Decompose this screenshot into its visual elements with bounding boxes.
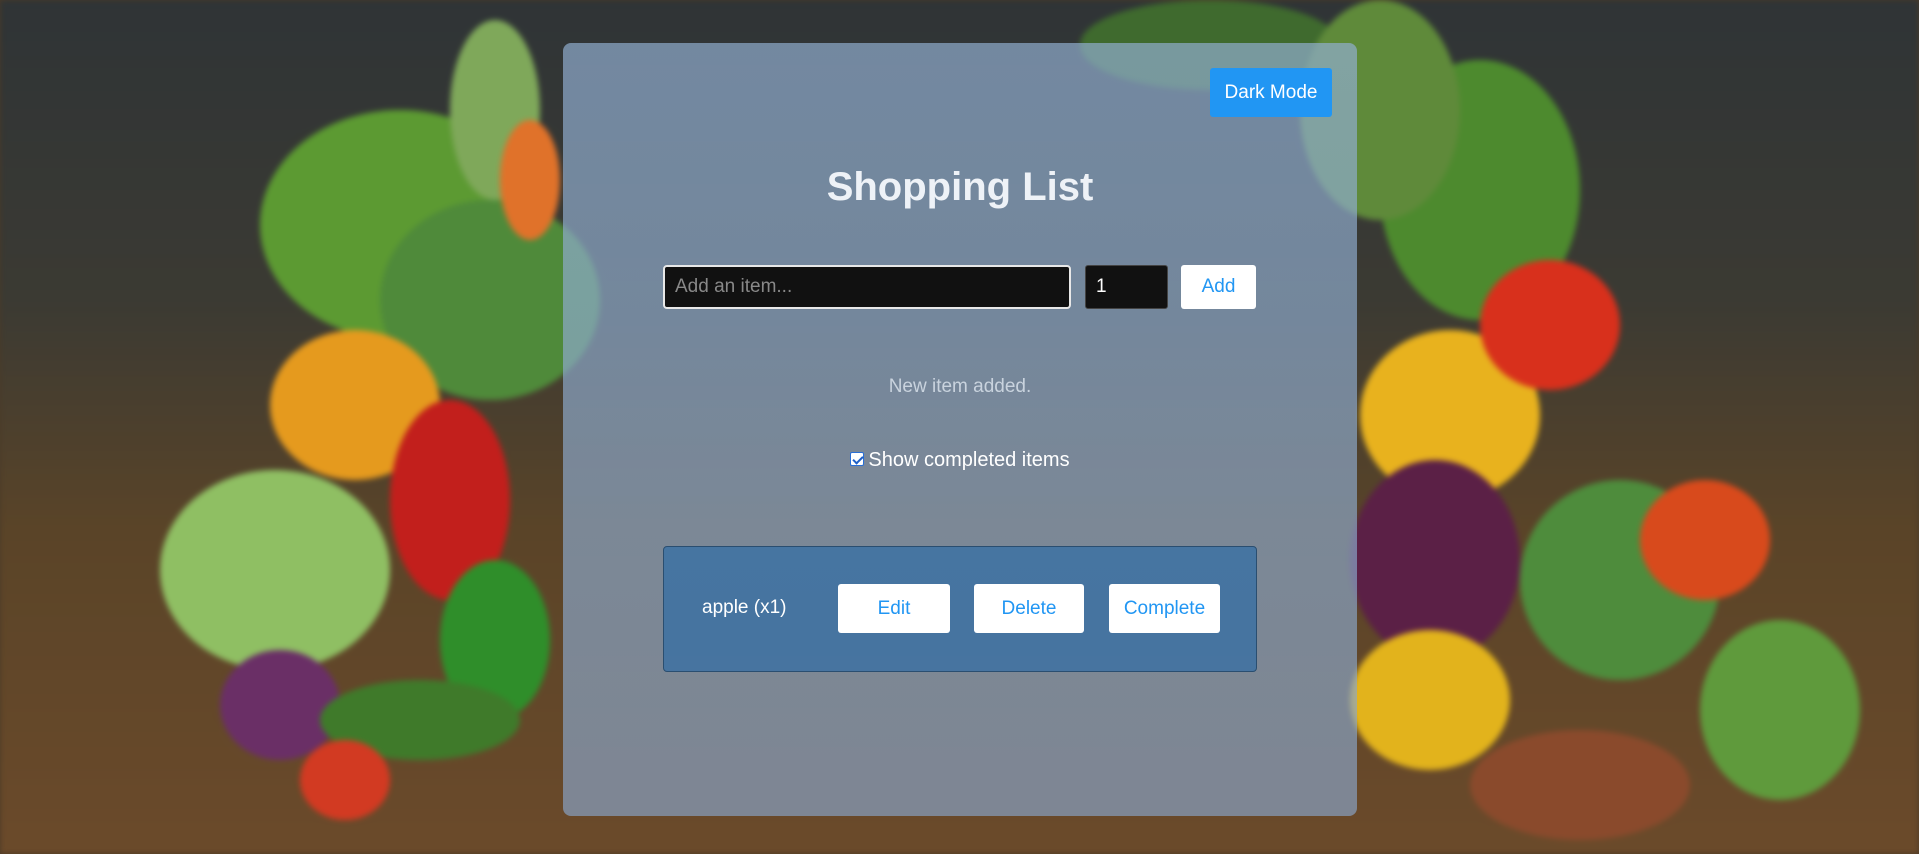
item-input[interactable] [663,265,1071,309]
panel-tint [563,43,1357,816]
quantity-input[interactable] [1085,265,1168,309]
delete-button[interactable]: Delete [974,584,1084,633]
add-button[interactable]: Add [1181,265,1256,309]
status-message: New item added. [888,376,1032,397]
shopping-list: apple (x1) Edit Delete Complete [663,546,1257,672]
edit-button[interactable]: Edit [838,584,950,633]
shopping-list-panel: Dark Mode Shopping List Add New item add… [563,43,1357,816]
list-item-label: apple (x1) [702,597,787,618]
dark-mode-button[interactable]: Dark Mode [1210,68,1332,117]
page-title: Shopping List [826,165,1094,209]
show-completed-checkbox[interactable] [850,451,865,466]
show-completed-toggle[interactable]: Show completed items [563,449,1357,472]
show-completed-label: Show completed items [868,449,1070,471]
complete-button[interactable]: Complete [1109,584,1220,633]
